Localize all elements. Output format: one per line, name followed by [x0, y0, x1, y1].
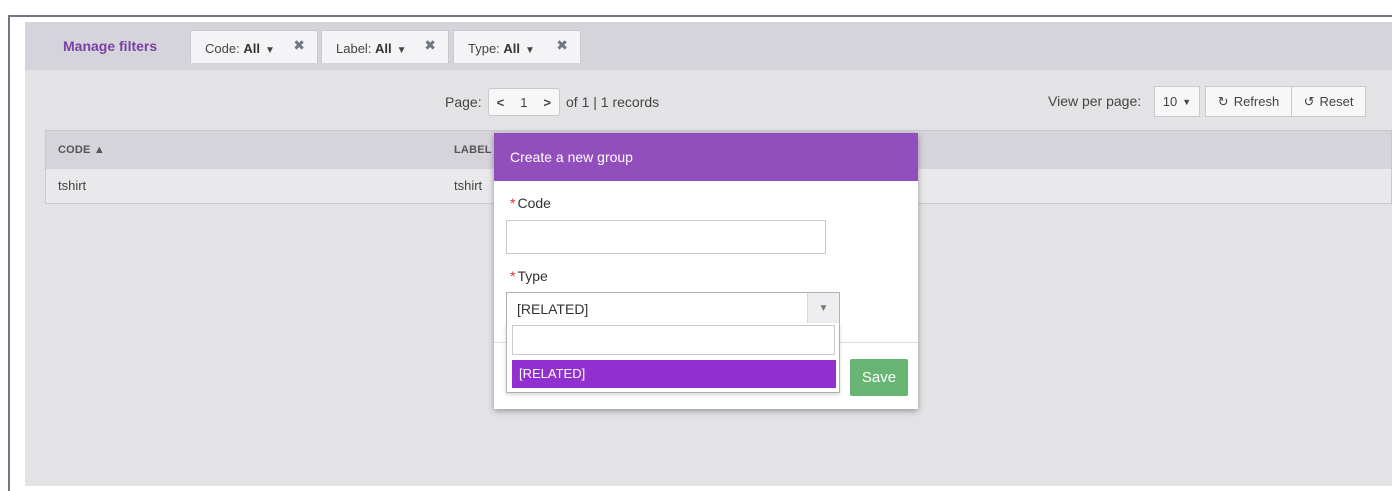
type-select-value: [RELATED] [517, 301, 589, 317]
page-controls: < 1 > [487, 88, 561, 116]
refresh-button[interactable]: ↻ Refresh [1205, 86, 1292, 117]
remove-filter-type-icon[interactable]: ✖ [556, 37, 568, 54]
prev-page-button[interactable]: < [489, 95, 513, 110]
caret-down-icon: ▼ [264, 45, 275, 56]
filter-bar: Manage filters Code: All ▼ ✖ Label: All ▼ … [25, 22, 1392, 70]
type-dropdown: [RELATED] [506, 323, 840, 393]
page-label: Page: [445, 94, 482, 110]
filter-label[interactable]: Label: All ▼ ✖ [321, 30, 449, 63]
chevron-down-icon[interactable]: ▼ [807, 293, 839, 323]
manage-filters-link[interactable]: Manage filters [63, 38, 157, 54]
refresh-icon: ↻ [1217, 93, 1229, 109]
caret-down-icon: ▼ [525, 45, 535, 56]
pagination: Page: < 1 > of 1 | 1 records [445, 87, 659, 117]
row-label-cell[interactable]: tshirt [454, 178, 482, 193]
remove-filter-label-icon[interactable]: ✖ [424, 37, 436, 54]
records-summary: of 1 | 1 records [566, 94, 660, 110]
modal-title: Create a new group [494, 133, 918, 181]
current-page[interactable]: 1 [512, 95, 535, 110]
reset-button[interactable]: ↺ Reset [1291, 86, 1366, 117]
reset-icon: ↺ [1303, 93, 1315, 109]
type-search-input[interactable] [512, 325, 835, 355]
required-marker: * [510, 195, 516, 211]
type-field-label: * Type [510, 268, 548, 284]
view-per-page-label: View per page: [1048, 93, 1142, 109]
filter-type[interactable]: Type: All ▼ ✖ [453, 30, 581, 63]
sort-asc-icon: ▲ [93, 144, 105, 156]
filter-code[interactable]: Code: All ▼ ✖ [190, 30, 318, 63]
remove-filter-code-icon[interactable]: ✖ [293, 37, 305, 54]
row-code-cell[interactable]: tshirt [58, 178, 86, 193]
required-marker: * [510, 268, 516, 284]
type-select[interactable]: [RELATED] ▼ [506, 292, 840, 324]
save-button[interactable]: Save [850, 359, 908, 396]
caret-down-icon: ▼ [396, 45, 407, 56]
code-field-label: * Code [510, 195, 551, 211]
code-input[interactable] [506, 220, 826, 254]
column-label-header[interactable]: LABEL [454, 144, 492, 156]
next-page-button[interactable]: > [535, 95, 559, 110]
per-page-select[interactable]: 10 ▼ [1154, 86, 1200, 117]
caret-down-icon: ▼ [1182, 96, 1192, 107]
type-option-related[interactable]: [RELATED] [512, 360, 836, 388]
column-code-header[interactable]: CODE ▲ [58, 144, 105, 156]
